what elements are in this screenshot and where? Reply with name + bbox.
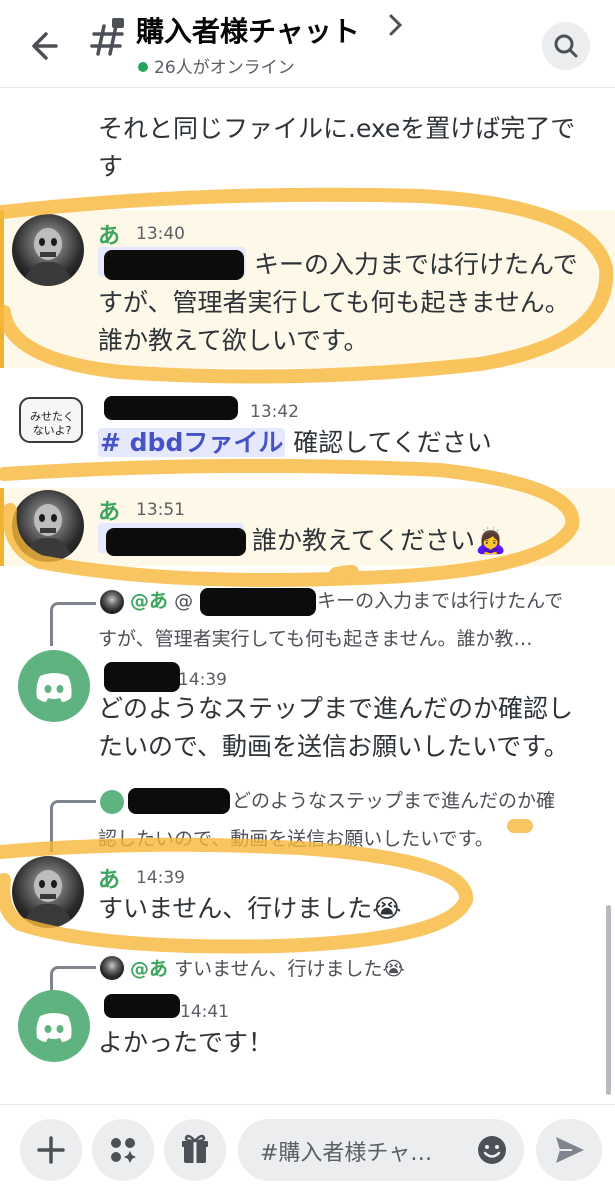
reply-author: @あ xyxy=(130,958,169,980)
message-text: それと同じファイルに.exeを置けば完了で す xyxy=(98,110,575,186)
timestamp: 13:42 xyxy=(250,402,299,422)
mention-highlight-bar xyxy=(0,488,4,566)
sticker-text: みせたく xyxy=(30,410,74,423)
message-text: # dbdファイル 確認してください xyxy=(98,424,492,462)
mention-highlight-bar xyxy=(0,210,4,368)
timestamp: 13:40 xyxy=(136,224,185,244)
message-text: すいません、行けました😭 xyxy=(98,894,402,923)
avatar[interactable]: みせたく ないよ? xyxy=(16,392,88,464)
chevron-right-icon[interactable] xyxy=(386,12,406,45)
timestamp: 13:51 xyxy=(136,500,185,520)
timestamp: 14:39 xyxy=(136,868,185,888)
marker-stroke xyxy=(329,565,359,581)
online-count: 26人がオンライン xyxy=(138,53,295,78)
online-text: 26人がオンライン xyxy=(154,58,295,78)
message-line: すが、管理者実行しても何も起きません。 xyxy=(98,288,570,317)
text-channel-locked-icon xyxy=(88,16,128,69)
reply-connector xyxy=(50,800,96,852)
message-line: す xyxy=(98,152,124,181)
message-composer: #購入者様チャ… xyxy=(0,1104,615,1200)
back-arrow-icon[interactable] xyxy=(22,26,62,66)
channel-header: 購入者様チャット 26人がオンライン xyxy=(0,0,615,88)
message-line-text: 確認してください xyxy=(293,428,492,457)
message-line: 誰か教えて欲しいです。 xyxy=(98,326,369,355)
search-button[interactable] xyxy=(542,22,590,70)
message-line-text: 誰か教えてください🙇‍♀️ xyxy=(251,526,507,555)
message-line: どのようなステップまで進んだのか確認し xyxy=(98,694,574,723)
avatar[interactable] xyxy=(12,214,84,286)
online-dot-icon xyxy=(138,62,148,72)
add-attachment-button[interactable] xyxy=(20,1119,82,1181)
reply-avatar xyxy=(100,956,124,980)
emoji-icon[interactable] xyxy=(476,1134,508,1166)
reply-preview-line[interactable]: どのようなステップまで進んだのか確 xyxy=(232,784,555,818)
scrollbar[interactable] xyxy=(606,905,611,1095)
search-icon xyxy=(554,34,578,58)
redacted-username xyxy=(104,994,180,1018)
discord-logo-icon xyxy=(36,673,72,702)
gift-icon xyxy=(182,1134,208,1163)
message-line: たいので、動画を送信お願いしたいです。 xyxy=(98,732,569,761)
reply-avatar xyxy=(100,790,124,814)
discord-logo-icon xyxy=(36,1013,72,1042)
channel-title[interactable]: 購入者様チャット xyxy=(136,10,360,50)
message-input-placeholder: #購入者様チャ… xyxy=(260,1141,433,1166)
redacted-username xyxy=(104,396,238,420)
reply-preview-text: キーの入力までは行けたんで xyxy=(317,590,564,612)
message-text: よかったです！ xyxy=(98,1028,274,1057)
channel-mention[interactable]: # dbdファイル xyxy=(98,428,286,457)
reply-preview-line: すが、管理者実行しても何も起きません。誰か教… xyxy=(98,628,533,650)
avatar[interactable] xyxy=(12,490,84,562)
message-input[interactable]: #購入者様チャ… xyxy=(238,1119,524,1181)
redaction xyxy=(106,528,246,556)
redaction xyxy=(128,788,230,814)
apps-icon xyxy=(111,1138,136,1163)
reply-preview-text: すいません、行けました😭 xyxy=(174,958,405,980)
message-line: それと同じファイルに.exeを置けば完了で xyxy=(98,114,576,143)
message-text: どのようなステップまで進んだのか確認し たいので、動画を送信お願いしたいです。 xyxy=(98,690,573,766)
reply-mention: @ xyxy=(174,590,194,612)
plus-icon xyxy=(37,1136,65,1164)
redaction xyxy=(104,250,244,280)
apps-button[interactable] xyxy=(92,1119,154,1181)
timestamp: 14:39 xyxy=(178,670,227,690)
reply-author: @あ xyxy=(130,590,169,612)
reply-avatar xyxy=(100,590,124,614)
redaction xyxy=(200,588,316,616)
redacted-username xyxy=(104,662,180,692)
sticker-text: ないよ? xyxy=(32,424,72,437)
send-button[interactable] xyxy=(536,1119,602,1181)
reply-preview[interactable]: @あ すいません、行けました😭 xyxy=(130,952,405,986)
reply-connector xyxy=(50,602,96,646)
send-icon xyxy=(556,1137,584,1163)
message-line-text: キーの入力までは行けたんで xyxy=(253,250,578,279)
timestamp: 14:41 xyxy=(180,1002,229,1022)
avatar[interactable] xyxy=(18,650,90,722)
avatar[interactable] xyxy=(18,990,90,1062)
avatar[interactable] xyxy=(12,856,84,928)
reply-preview-line: 認したいので、動画を送信お願いしたいです。 xyxy=(98,828,494,850)
gift-button[interactable] xyxy=(164,1119,226,1181)
